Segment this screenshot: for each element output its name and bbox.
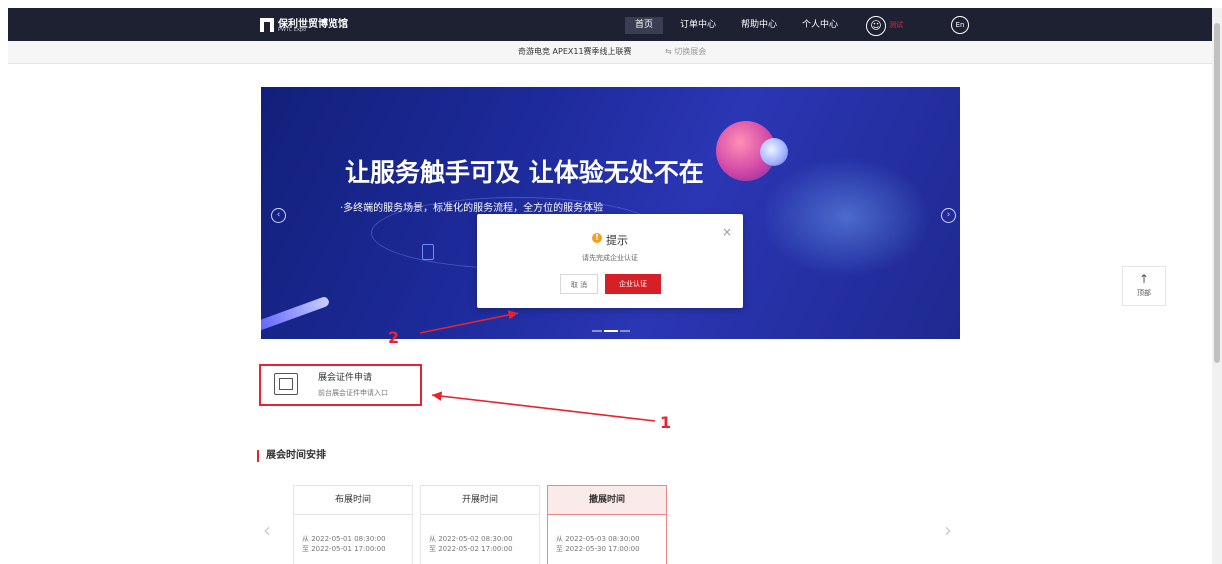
schedule-from: 从 2022-05-03 08:30:00: [556, 535, 640, 543]
schedule-prev-icon[interactable]: ‹: [263, 518, 271, 542]
annotation-label-2: 2: [388, 328, 400, 347]
schedule-column-active[interactable]: 撤展时间 从 2022-05-03 08:30:00 至 2022-05-30 …: [547, 485, 667, 564]
annotation-arrow-2: [419, 310, 519, 334]
schedule-from: 从 2022-05-01 08:30:00: [302, 535, 386, 543]
back-to-top-button[interactable]: ↑ 顶部: [1122, 266, 1166, 306]
schedule-column-label: 撤展时间: [548, 486, 666, 515]
section-title: 展会时间安排: [257, 450, 326, 462]
schedule-column-label: 布展时间: [294, 486, 412, 515]
schedule-column[interactable]: 布展时间 从 2022-05-01 08:30:00 至 2022-05-01 …: [293, 485, 413, 564]
annotation-label-1: 1: [660, 413, 672, 432]
schedule-to: 至 2022-05-30 17:00:00: [556, 545, 640, 553]
arrow-up-icon: ↑: [1138, 272, 1150, 286]
annotation-arrows: [419, 310, 656, 422]
schedule-column-label: 开展时间: [421, 486, 539, 515]
schedule-to: 至 2022-05-02 17:00:00: [429, 545, 513, 553]
schedule-column[interactable]: 开展时间 从 2022-05-02 08:30:00 至 2022-05-02 …: [420, 485, 540, 564]
back-to-top-label: 顶部: [1137, 289, 1151, 297]
scrollbar-thumb[interactable]: [1214, 23, 1220, 363]
schedule-from: 从 2022-05-02 08:30:00: [429, 535, 513, 543]
schedule-to: 至 2022-05-01 17:00:00: [302, 545, 386, 553]
annotation-arrow-1: [431, 391, 656, 422]
vertical-scrollbar[interactable]: [1212, 8, 1222, 564]
schedule-next-icon[interactable]: ›: [944, 518, 952, 542]
